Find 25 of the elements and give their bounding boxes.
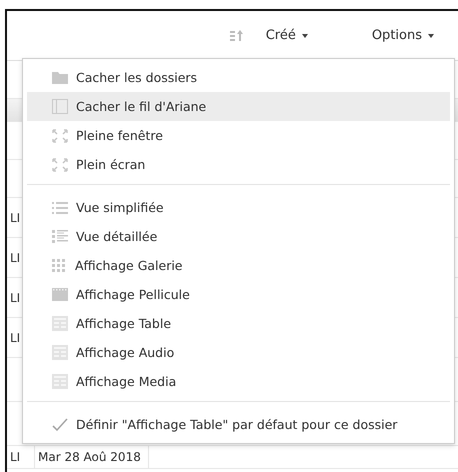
table-icon [52,374,68,389]
list-icon [52,202,68,214]
table-icon [52,345,68,360]
folder-icon [52,71,68,84]
menu-item[interactable]: Définir "Affichage Table" par défaut pour ce dossier [27,410,450,439]
sort-icon [230,30,244,42]
menu-item[interactable]: Pleine fenêtre [27,121,450,150]
table-icon [52,316,68,331]
expand-icon [52,128,68,142]
expand-icon [52,158,68,172]
menu-item[interactable]: Plein écran [27,150,450,179]
sort-dropdown[interactable]: Créé [262,26,312,45]
grid-icon [52,259,67,272]
menu-item[interactable]: Cacher le fil d'Ariane [27,92,450,121]
caret-icon [428,34,434,38]
caret-icon [302,34,308,38]
check-icon [52,418,68,432]
menu-item[interactable]: Cacher les dossiers [27,63,450,92]
table-cell: Mar 28 Aoû 2018 [35,446,149,468]
film-icon [52,288,68,301]
panel-icon [52,99,68,114]
table-cell: LI [7,446,35,468]
options-dropdown[interactable]: Options [368,26,438,45]
detail-list-icon [52,230,68,243]
menu-item[interactable]: Affichage Media [27,367,450,396]
